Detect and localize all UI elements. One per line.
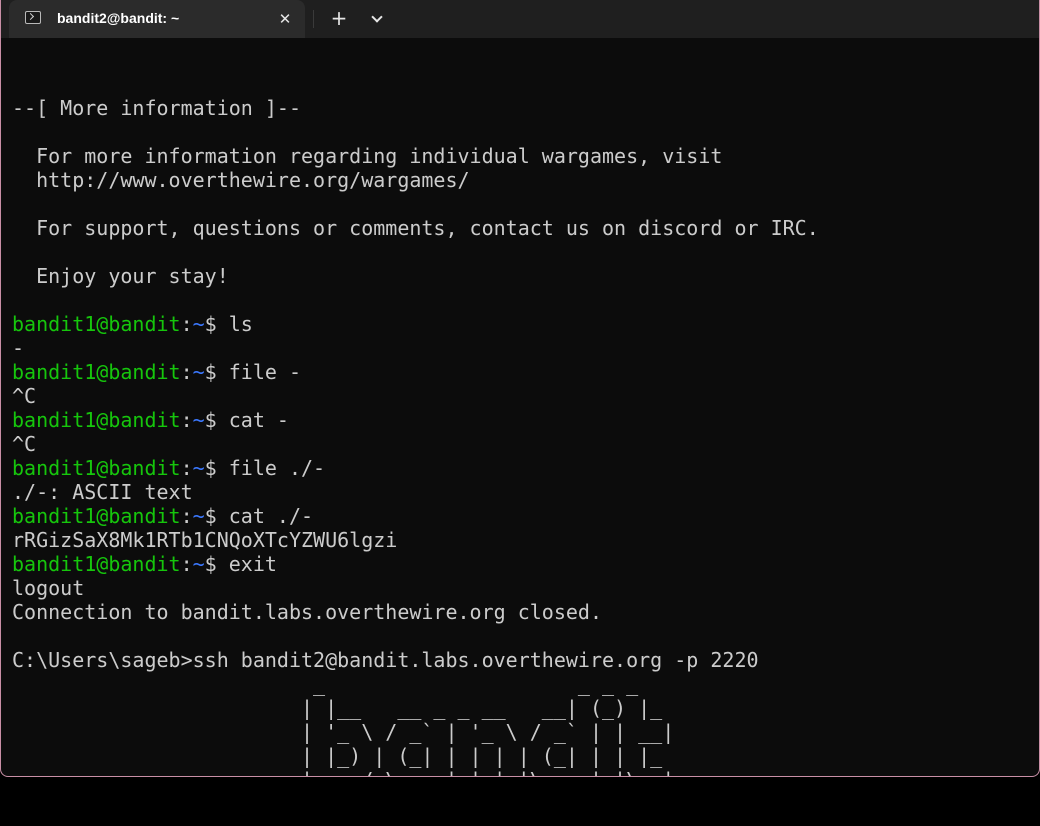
terminal-output[interactable]: --[ More information ]-- For more inform…	[12, 72, 1032, 776]
prompt-path: ~	[192, 552, 205, 576]
command-text: ls	[228, 312, 253, 336]
prompt-user: bandit1@bandit	[12, 360, 181, 384]
prompt-symbol: $	[204, 504, 229, 528]
chevron-down-icon	[371, 11, 383, 23]
output-line: ^C	[12, 432, 37, 456]
output-line: | |_) | (_| | | | | (_| | | |_	[12, 744, 663, 768]
prompt-colon: :	[180, 504, 193, 528]
command-text: cat -	[228, 408, 289, 432]
prompt-line: bandit1@bandit:~$ cat ./-	[12, 504, 1032, 528]
output-line: | '_ \ / _` | '_ \ / _` | | __|	[12, 720, 675, 744]
output-line: logout	[12, 576, 85, 600]
command-text: file ./-	[228, 456, 326, 480]
close-tab-button[interactable]: ✕	[273, 7, 297, 31]
prompt-path: ~	[192, 312, 205, 336]
prompt-line: bandit1@bandit:~$ cat -	[12, 408, 1032, 432]
prompt-user: bandit1@bandit	[12, 408, 181, 432]
output-line: C:\Users\sageb>ssh bandit2@bandit.labs.o…	[12, 648, 759, 672]
prompt-line: bandit1@bandit:~$ exit	[12, 552, 1032, 576]
prompt-colon: :	[180, 360, 193, 384]
terminal-icon	[25, 11, 41, 24]
prompt-user: bandit1@bandit	[12, 552, 181, 576]
prompt-colon: :	[180, 552, 193, 576]
output-line: http://www.overthewire.org/wargames/	[12, 168, 470, 192]
prompt-symbol: $	[204, 360, 229, 384]
output-line: rRGizSaX8Mk1RTb1CNQoXTcYZWU6lgzi	[12, 528, 398, 552]
prompt-colon: :	[180, 312, 193, 336]
output-line: --[ More information ]--	[12, 96, 301, 120]
prompt-path: ~	[192, 456, 205, 480]
prompt-colon: :	[180, 408, 193, 432]
output-line: -	[12, 336, 25, 360]
prompt-symbol: $	[204, 408, 229, 432]
command-text: file -	[228, 360, 302, 384]
prompt-path: ~	[192, 408, 205, 432]
prompt-user: bandit1@bandit	[12, 456, 181, 480]
output-line: | |__ __ _ _ __ __| (_) |_	[12, 696, 663, 720]
tab-dropdown-button[interactable]	[363, 6, 391, 32]
prompt-symbol: $	[204, 552, 229, 576]
tab-title: bandit2@bandit: ~	[57, 10, 180, 26]
command-text: cat ./-	[228, 504, 314, 528]
output-line: Enjoy your stay!	[12, 264, 229, 288]
output-line: ^C	[12, 384, 37, 408]
prompt-path: ~	[192, 504, 205, 528]
tab-bar: bandit2@bandit: ~ ✕ +	[1, 0, 1039, 38]
output-line: ./-: ASCII text	[12, 480, 193, 504]
output-line: Connection to bandit.labs.overthewire.or…	[12, 600, 603, 624]
prompt-path: ~	[192, 360, 205, 384]
prompt-colon: :	[180, 456, 193, 480]
prompt-symbol: $	[204, 456, 229, 480]
tab-separator	[313, 10, 314, 28]
tab-bandit2[interactable]: bandit2@bandit: ~ ✕	[9, 0, 305, 38]
output-line: _ _ _ _	[12, 672, 639, 696]
new-tab-button[interactable]: +	[325, 6, 353, 32]
prompt-symbol: $	[204, 312, 229, 336]
output-line: |_.__/ \__,_|_| |_|\__,_|_|\__|	[12, 768, 1032, 776]
prompt-line: bandit1@bandit:~$ file -	[12, 360, 1032, 384]
prompt-line: bandit1@bandit:~$ file ./-	[12, 456, 1032, 480]
prompt-user: bandit1@bandit	[12, 504, 181, 528]
terminal-window: bandit2@bandit: ~ ✕ + --[ More informati…	[0, 0, 1040, 777]
output-line: For support, questions or comments, cont…	[12, 216, 819, 240]
command-text: exit	[228, 552, 277, 576]
prompt-line: bandit1@bandit:~$ ls	[12, 312, 1032, 336]
prompt-user: bandit1@bandit	[12, 312, 181, 336]
output-line: For more information regarding individua…	[12, 144, 723, 168]
